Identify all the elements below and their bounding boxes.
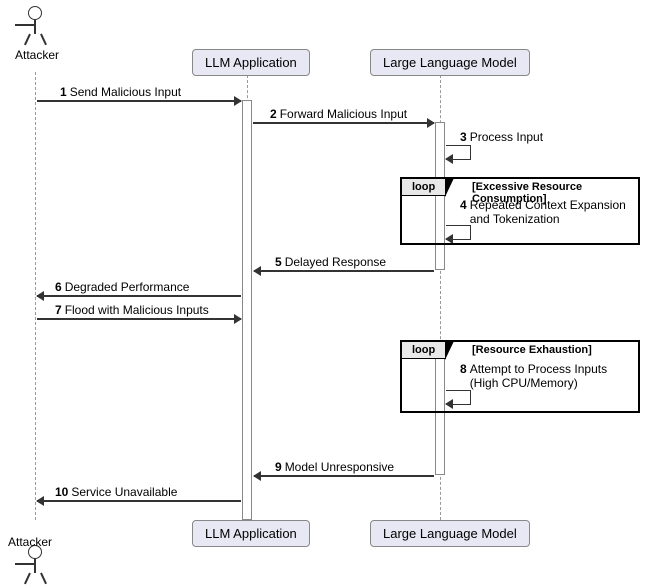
msg-5-label: 5Delayed Response (275, 255, 386, 269)
msg-1-arrow (37, 100, 241, 102)
actor-attacker-label: Attacker (15, 48, 55, 62)
msg-7-arrow (37, 318, 241, 320)
loop-tag-2: loop (401, 341, 446, 359)
sequence-diagram: Attacker LLM Application Large Language … (0, 0, 655, 585)
actor-attacker-top: Attacker (15, 6, 55, 62)
lifeline-attacker (35, 72, 36, 520)
msg-9-label: 9Model Unresponsive (275, 460, 394, 474)
loop-cond-2: [Resource Exhaustion] (472, 344, 592, 356)
msg-10-label: 10Service Unavailable (55, 485, 177, 499)
msg-5-arrow (254, 270, 434, 272)
msg-6-arrow (37, 295, 241, 297)
msg-6-label: 6Degraded Performance (55, 280, 189, 294)
loop-tag-1: loop (401, 178, 446, 196)
loop-box-2: loop [Resource Exhaustion] (400, 340, 640, 413)
participant-llm-top: Large Language Model (370, 49, 530, 76)
msg-3-label: 3Process Input (460, 130, 543, 144)
participant-llm-app-bottom: LLM Application (192, 520, 310, 547)
participant-llm-app-top: LLM Application (192, 49, 310, 76)
participant-llm-bottom: Large Language Model (370, 520, 530, 547)
msg-3-arrow (446, 145, 471, 160)
msg-2-arrow (253, 122, 434, 124)
msg-10-arrow (37, 500, 241, 502)
msg-1-label: 1Send Malicious Input (60, 85, 181, 99)
loop-box-1: loop [Excessive Resource Consumption] (400, 177, 640, 245)
actor-attacker-bottom (15, 545, 55, 575)
loop-cond-1: [Excessive Resource Consumption] (472, 181, 638, 205)
msg-2-label: 2Forward Malicious Input (270, 107, 407, 121)
actor-attacker-bottom-label: Attacker (8, 535, 52, 549)
msg-9-arrow (254, 475, 434, 477)
activation-llm-app (242, 100, 252, 520)
msg-7-label: 7Flood with Malicious Inputs (55, 303, 209, 317)
